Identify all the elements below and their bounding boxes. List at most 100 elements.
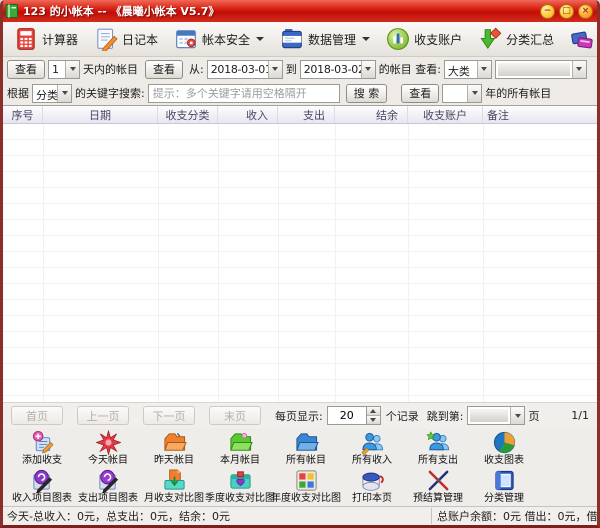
last-page-button[interactable]: 末页 — [209, 406, 261, 425]
jump-page-value — [470, 409, 508, 422]
chevron-down-icon[interactable] — [467, 85, 481, 102]
shortcut-row-2: 收入项目图表 支出项目图表 月收支对比图 季度收支对比图 — [9, 468, 597, 506]
shortcut-presettlement[interactable]: 预结算管理 — [405, 468, 471, 506]
column-header-balance[interactable]: 结余 — [335, 106, 408, 123]
year-compare-icon — [293, 468, 319, 493]
toolbar-label-security: 帐本安全 — [202, 31, 250, 48]
shortcut-yesterday-accounts[interactable]: 昨天帐目 — [141, 430, 207, 468]
column-header-category[interactable]: 收支分类 — [158, 106, 218, 123]
shortcut-year-compare-chart[interactable]: 年度收支对比图 — [273, 468, 339, 506]
shortcut-all-income[interactable]: 所有收入 — [339, 430, 405, 468]
column-header-index[interactable]: 序号 — [3, 106, 43, 123]
shortcut-today-accounts[interactable]: 今天帐目 — [75, 430, 141, 468]
minimize-button[interactable]: − — [540, 4, 555, 19]
chevron-down-icon[interactable] — [256, 37, 264, 41]
view-range-button[interactable]: 查看 — [145, 60, 183, 79]
shortcut-label: 昨天帐目 — [154, 455, 194, 467]
shortcut-add-income[interactable]: 添加收支 — [9, 430, 75, 468]
stepper-down-icon[interactable] — [367, 416, 380, 424]
next-page-button[interactable]: 下一页 — [143, 406, 195, 425]
year-suffix-label: 年的所有帐目 — [485, 85, 551, 101]
table-body[interactable] — [3, 124, 597, 402]
chevron-down-icon[interactable] — [362, 37, 370, 41]
jump-label: 跳到第: — [427, 408, 464, 424]
people-expense-icon — [425, 430, 451, 455]
to-date-picker[interactable]: 2018-03-02 — [300, 60, 376, 79]
green-folder-icon — [227, 430, 253, 455]
shortcut-income-project-chart[interactable]: 收入项目图表 — [9, 468, 75, 506]
chevron-down-icon[interactable] — [65, 61, 79, 78]
chevron-down-icon[interactable] — [268, 61, 282, 78]
toolbar-label-data: 数据管理 — [308, 31, 356, 48]
category-management-icon — [491, 468, 517, 493]
month-compare-icon — [161, 468, 187, 493]
shortcut-category-management[interactable]: 分类管理 — [471, 468, 537, 506]
category-type-combobox[interactable]: 大类 — [444, 60, 492, 79]
year-combobox[interactable] — [442, 84, 482, 103]
toolbar: 计算器 日记本 帐本安全 数据管理 — [3, 22, 597, 57]
toolbar-button-diary[interactable]: 日记本 — [86, 24, 166, 54]
category-type-value: 大类 — [445, 61, 477, 78]
shortcut-all-expense[interactable]: 所有支出 — [405, 430, 471, 468]
keyword-label: 的关键字搜索: — [75, 85, 145, 101]
subcategory-combobox[interactable] — [495, 60, 587, 79]
view-year-button[interactable]: 查看 — [401, 84, 439, 103]
days-combobox[interactable]: 1 — [48, 60, 80, 79]
subcategory-value — [498, 63, 570, 76]
toolbar-label-summary: 分类汇总 — [506, 31, 554, 48]
toolbar-button-calculator[interactable]: 计算器 — [6, 24, 86, 54]
toolbar-button-data[interactable]: 数据管理 — [272, 24, 378, 54]
chevron-down-icon[interactable] — [510, 407, 524, 424]
shortcut-quarter-compare-chart[interactable]: 季度收支对比图 — [207, 468, 273, 506]
blue-folder-icon — [293, 430, 319, 455]
search-button[interactable]: 搜 索 — [346, 84, 388, 103]
close-button[interactable]: × — [578, 4, 593, 19]
search-field-value: 分类 — [33, 85, 57, 102]
first-page-button[interactable]: 首页 — [11, 406, 63, 425]
toolbar-label-diary: 日记本 — [122, 31, 158, 48]
view-days-button[interactable]: 查看 — [7, 60, 45, 79]
per-page-stepper[interactable] — [367, 406, 381, 425]
from-date-value: 2018-03-01 — [208, 61, 268, 78]
chevron-down-icon[interactable] — [477, 61, 491, 78]
shortcut-print-page[interactable]: 打印本页 — [339, 468, 405, 506]
data-management-icon — [280, 27, 304, 51]
maximize-button[interactable]: □ — [559, 4, 574, 19]
toolbar-button-more[interactable]: 更多功能 — [562, 24, 600, 54]
shortcut-month-compare-chart[interactable]: 月收支对比图 — [141, 468, 207, 506]
per-page-input[interactable] — [327, 406, 367, 425]
chevron-down-icon[interactable] — [572, 61, 586, 78]
prev-page-button[interactable]: 上一页 — [77, 406, 129, 425]
shortcut-label: 打印本页 — [352, 493, 392, 505]
search-field-combobox[interactable]: 分类 — [32, 84, 72, 103]
page-indicator: 1/1 — [571, 409, 589, 422]
chevron-down-icon[interactable] — [361, 61, 375, 78]
shortcut-expense-project-chart[interactable]: 支出项目图表 — [75, 468, 141, 506]
status-bar: 今天-总收入：0元，总支出：0元，结余：0元 总账户余额：0元 借出：0元，借入… — [3, 506, 597, 525]
column-header-date[interactable]: 日期 — [43, 106, 158, 123]
column-header-income[interactable]: 收入 — [218, 106, 278, 123]
jump-page-combobox[interactable] — [467, 406, 525, 425]
days-value: 1 — [49, 61, 65, 78]
filter-row-2: 根据 分类 的关键字搜索: 搜 索 查看 年的所有帐目 — [3, 81, 597, 105]
shortcut-label: 收入项目图表 — [12, 493, 72, 505]
shortcut-label: 季度收支对比图 — [205, 493, 275, 505]
keyword-search-input[interactable] — [148, 84, 340, 103]
stepper-up-icon[interactable] — [367, 407, 380, 416]
toolbar-button-summary[interactable]: 分类汇总 — [470, 24, 562, 54]
year-value — [443, 85, 467, 102]
shortcut-label: 收支图表 — [484, 455, 524, 467]
toolbar-button-security[interactable]: 帐本安全 — [166, 24, 272, 54]
column-header-note[interactable]: 备注 — [483, 106, 597, 123]
to-date-value: 2018-03-02 — [301, 61, 361, 78]
column-header-expense[interactable]: 支出 — [278, 106, 335, 123]
shortcut-month-accounts[interactable]: 本月帐目 — [207, 430, 273, 468]
column-header-account[interactable]: 收支账户 — [408, 106, 483, 123]
from-date-picker[interactable]: 2018-03-01 — [207, 60, 283, 79]
shortcut-all-accounts[interactable]: 所有帐目 — [273, 430, 339, 468]
toolbar-button-accounts[interactable]: 收支账户 — [378, 24, 470, 54]
page-unit-label: 页 — [528, 408, 539, 424]
shortcut-chart[interactable]: 收支图表 — [471, 430, 537, 468]
column-divider — [158, 124, 159, 402]
chevron-down-icon[interactable] — [57, 85, 71, 102]
